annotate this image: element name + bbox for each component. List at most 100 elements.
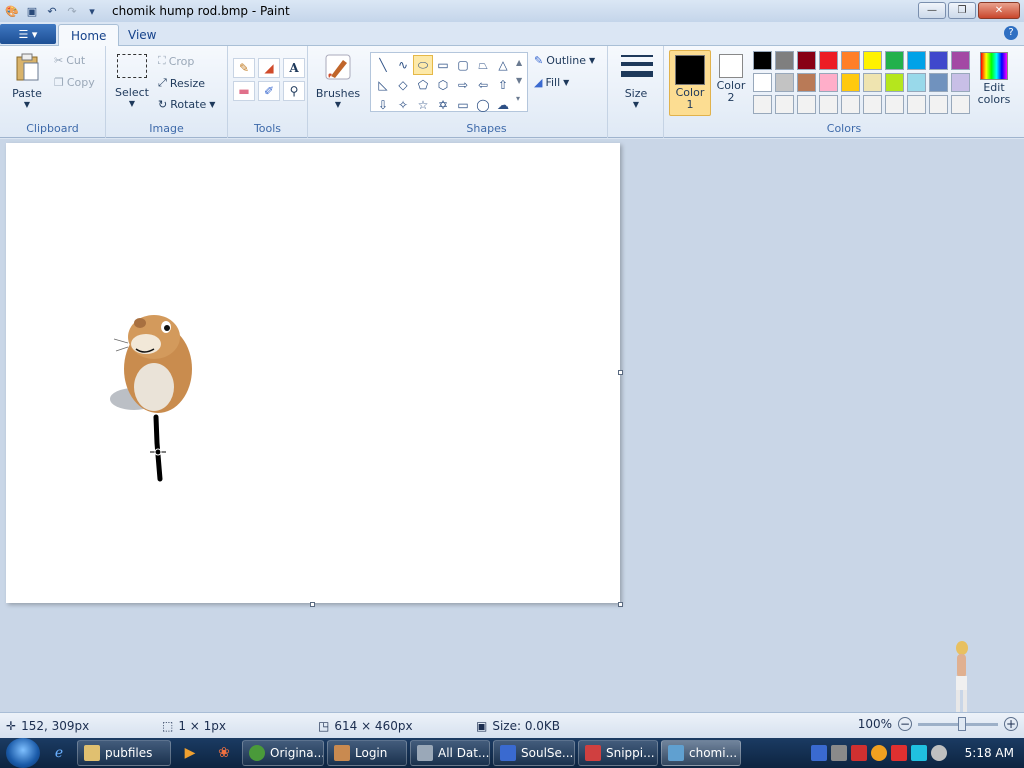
palette-swatch[interactable] [907,51,926,70]
resize-handle-bottom[interactable] [310,602,315,607]
app-icon[interactable]: ❀ [209,740,239,766]
taskbar-item-login[interactable]: Login [327,740,407,766]
taskbar-item-pubfiles[interactable]: pubfiles [77,740,171,766]
internet-explorer-icon[interactable]: ℯ [44,740,74,766]
tray-app-icon[interactable] [830,745,847,761]
start-button[interactable] [6,738,40,768]
network-icon[interactable] [810,745,827,761]
palette-swatch[interactable] [775,95,794,114]
zoom-slider[interactable] [918,716,998,731]
copy-button[interactable]: ❐ Copy [54,76,95,89]
magnifier-icon[interactable]: ⚲ [283,81,305,101]
expand-gallery-icon[interactable]: ▾ [516,90,522,108]
palette-swatch[interactable] [753,51,772,70]
customize-toolbar-icon[interactable]: ▾ [84,3,100,19]
cut-button[interactable]: ✂ Cut [54,54,85,67]
paint-app-icon[interactable]: 🎨 [4,3,20,19]
palette-swatch[interactable] [819,95,838,114]
palette-swatch[interactable] [863,51,882,70]
taskbar-item-snipping[interactable]: Snippi... [578,740,658,766]
media-player-icon[interactable]: ▶ [175,740,205,766]
palette-swatch[interactable] [775,73,794,92]
palette-swatch[interactable] [929,51,948,70]
text-tool-icon[interactable]: A [283,58,305,78]
palette-swatch[interactable] [753,95,772,114]
taskbar-item-all-data[interactable]: All Dat... [410,740,490,766]
help-icon[interactable]: ? [1004,26,1018,40]
taskbar-item-paint[interactable]: chomi... [661,740,741,766]
palette-swatch[interactable] [841,51,860,70]
maximize-button[interactable]: ❐ [948,2,976,19]
color2-button[interactable]: Color 2 [711,50,751,116]
volume-icon[interactable] [930,745,947,761]
curve-shape-icon[interactable]: ∿ [393,55,413,75]
palette-swatch[interactable] [885,95,904,114]
right-arrow-shape-icon[interactable]: ⇨ [453,75,473,95]
palette-swatch[interactable] [907,95,926,114]
rounded-rect-shape-icon[interactable]: ▢ [453,55,473,75]
diamond-shape-icon[interactable]: ◇ [393,75,413,95]
hexagon-shape-icon[interactable]: ⬡ [433,75,453,95]
triangle-shape-icon[interactable]: △ [493,55,513,75]
rotate-button[interactable]: ↻ Rotate ▼ [158,98,215,111]
monitor-icon[interactable] [910,745,927,761]
zoom-out-button[interactable]: − [898,717,912,731]
cloud-callout-shape-icon[interactable]: ☁ [493,95,513,115]
resize-button[interactable]: ⤢ Resize [158,76,205,90]
palette-swatch[interactable] [753,73,772,92]
palette-swatch[interactable] [929,95,948,114]
tab-view[interactable]: View [116,24,168,46]
tab-home[interactable]: Home [58,24,120,46]
palette-swatch[interactable] [863,95,882,114]
palette-swatch[interactable] [797,95,816,114]
palette-swatch[interactable] [907,73,926,92]
four-point-star-shape-icon[interactable]: ✧ [393,95,413,115]
flag-icon[interactable] [890,745,907,761]
six-point-star-shape-icon[interactable]: ✡ [433,95,453,115]
palette-swatch[interactable] [951,73,970,92]
pentagon-shape-icon[interactable]: ⬠ [413,75,433,95]
clock[interactable]: 5:18 AM [965,746,1014,760]
up-arrow-shape-icon[interactable]: ⇧ [493,75,513,95]
scroll-down-icon[interactable]: ▼ [516,72,522,90]
fill-bucket-icon[interactable]: ◢ [258,58,280,78]
palette-swatch[interactable] [863,73,882,92]
palette-swatch[interactable] [797,73,816,92]
palette-swatch[interactable] [797,51,816,70]
crop-button[interactable]: ⛶ Crop [158,54,194,68]
palette-swatch[interactable] [841,73,860,92]
undo-icon[interactable]: ↶ [44,3,60,19]
resize-handle-right[interactable] [618,370,623,375]
zoom-slider-thumb[interactable] [958,716,966,731]
pencil-icon[interactable]: ✎ [233,58,255,78]
scroll-up-icon[interactable]: ▲ [516,54,522,72]
five-point-star-shape-icon[interactable]: ☆ [413,95,433,115]
select-button[interactable]: Select ▼ [114,54,150,108]
color-picker-icon[interactable]: ✐ [258,81,280,101]
palette-swatch[interactable] [775,51,794,70]
palette-swatch[interactable] [841,95,860,114]
palette-swatch[interactable] [885,51,904,70]
resize-handle-corner[interactable] [618,602,623,607]
rect-callout-shape-icon[interactable]: ▭ [453,95,473,115]
antivirus-icon[interactable] [850,745,867,761]
redo-icon[interactable]: ↷ [64,3,80,19]
close-button[interactable]: ✕ [978,2,1020,19]
oval-shape-icon[interactable]: ⬭ [413,55,433,75]
outline-button[interactable]: ✎ Outline ▼ [534,54,595,67]
line-shape-icon[interactable]: ╲ [373,55,393,75]
save-icon[interactable]: ▣ [24,3,40,19]
palette-swatch[interactable] [819,51,838,70]
shapes-scroll[interactable]: ▲ ▼ ▾ [516,54,522,108]
color1-button[interactable]: Color 1 [669,50,711,116]
palette-swatch[interactable] [819,73,838,92]
palette-swatch[interactable] [885,73,904,92]
drawing-canvas[interactable] [6,143,620,603]
taskbar-item-soulseek[interactable]: SoulSe... [493,740,575,766]
palette-swatch[interactable] [929,73,948,92]
palette-swatch[interactable] [951,95,970,114]
brushes-button[interactable]: Brushes ▼ [312,52,364,109]
size-button[interactable]: Size ▼ [616,52,656,109]
polygon-shape-icon[interactable]: ⏢ [473,55,493,75]
paint-menu-button[interactable]: ☰ ▾ [0,24,56,44]
